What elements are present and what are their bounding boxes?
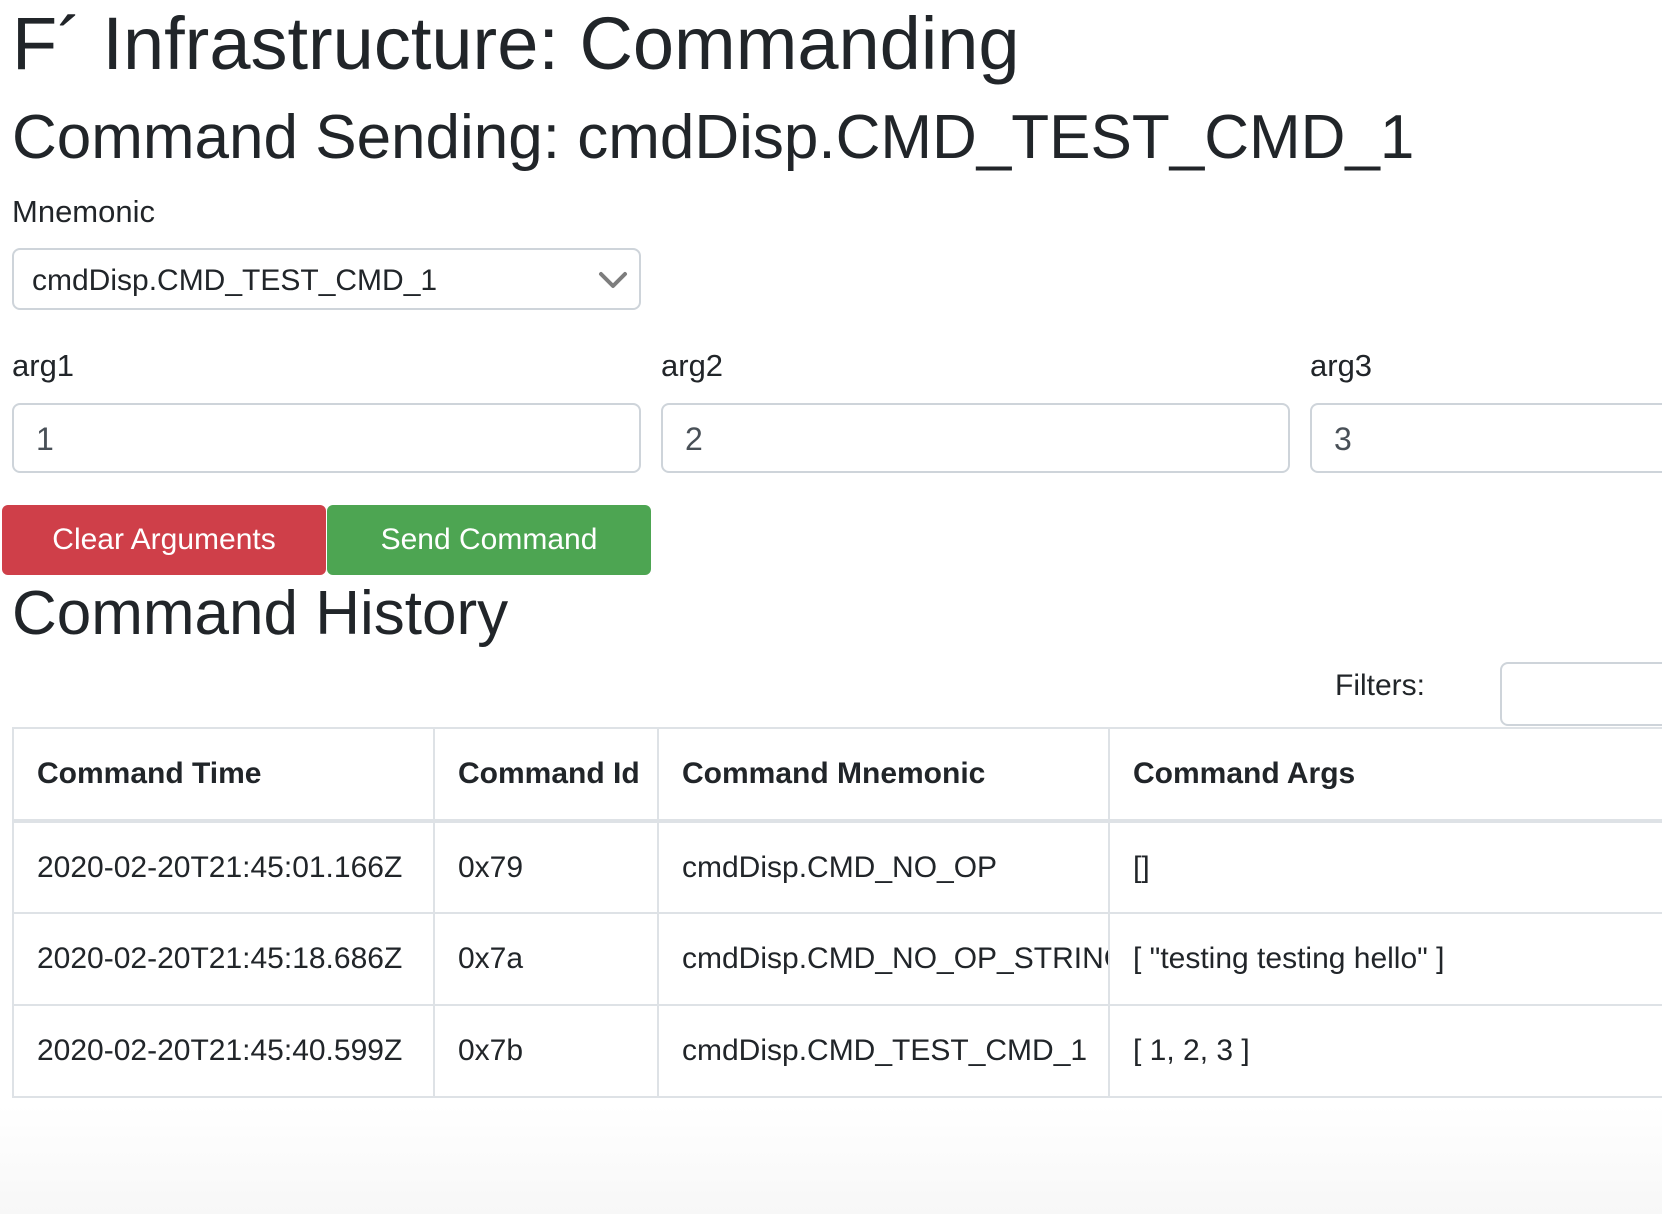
column-header-command-time[interactable]: Command Time — [12, 727, 435, 823]
arg2-label: arg2 — [661, 348, 724, 383]
table-row: 2020-02-20T21:45:18.686Z 0x7a cmdDisp.CM… — [12, 912, 1662, 1006]
cell-command-id: 0x7b — [433, 1004, 659, 1098]
arg3-label: arg3 — [1310, 348, 1373, 383]
page-bottom-shade — [0, 1105, 1662, 1214]
clear-arguments-button[interactable]: Clear Arguments — [2, 505, 326, 575]
cell-command-id: 0x79 — [433, 820, 659, 914]
filters-label: Filters: — [1335, 669, 1425, 702]
command-history-heading: Command History — [12, 579, 509, 648]
mnemonic-select[interactable]: cmdDisp.CMD_TEST_CMD_1 — [12, 248, 641, 310]
chevron-down-icon — [599, 272, 627, 288]
cell-command-args: [] — [1108, 820, 1662, 914]
command-sending-heading: Command Sending: cmdDisp.CMD_TEST_CMD_1 — [12, 103, 1415, 172]
cell-command-time: 2020-02-20T21:45:40.599Z — [12, 1004, 435, 1098]
table-row: 2020-02-20T21:45:40.599Z 0x7b cmdDisp.CM… — [12, 1004, 1662, 1098]
arg1-label: arg1 — [12, 348, 75, 383]
arg1-input-value: 1 — [36, 421, 54, 457]
cell-command-id: 0x7a — [433, 912, 659, 1006]
cell-command-args: [ 1, 2, 3 ] — [1108, 1004, 1662, 1098]
mnemonic-select-value: cmdDisp.CMD_TEST_CMD_1 — [32, 264, 438, 297]
cell-command-mnemonic: cmdDisp.CMD_TEST_CMD_1 — [657, 1004, 1110, 1098]
table-header-row: Command Time Command Id Command Mnemonic… — [12, 727, 1662, 823]
arg2-input-value: 2 — [685, 421, 703, 457]
column-header-command-mnemonic[interactable]: Command Mnemonic — [657, 727, 1110, 823]
cell-command-args: [ "testing testing hello" ] — [1108, 912, 1662, 1006]
arg3-input-value: 3 — [1334, 421, 1352, 457]
column-header-command-id[interactable]: Command Id — [433, 727, 659, 823]
cell-command-mnemonic: cmdDisp.CMD_NO_OP — [657, 820, 1110, 914]
arg1-input[interactable]: 1 — [12, 403, 641, 473]
send-command-button[interactable]: Send Command — [327, 505, 651, 575]
cell-command-mnemonic: cmdDisp.CMD_NO_OP_STRING — [657, 912, 1110, 1006]
table-row: 2020-02-20T21:45:01.166Z 0x79 cmdDisp.CM… — [12, 820, 1662, 914]
arg3-input[interactable]: 3 — [1310, 403, 1662, 473]
arg2-input[interactable]: 2 — [661, 403, 1290, 473]
cell-command-time: 2020-02-20T21:45:01.166Z — [12, 820, 435, 914]
command-history-table: Command Time Command Id Command Mnemonic… — [12, 727, 1662, 1098]
mnemonic-label: Mnemonic — [12, 194, 155, 229]
cell-command-time: 2020-02-20T21:45:18.686Z — [12, 912, 435, 1006]
column-header-command-args[interactable]: Command Args — [1108, 727, 1662, 823]
page-title: F´ Infrastructure: Commanding — [12, 2, 1020, 85]
filters-input[interactable] — [1500, 662, 1662, 726]
